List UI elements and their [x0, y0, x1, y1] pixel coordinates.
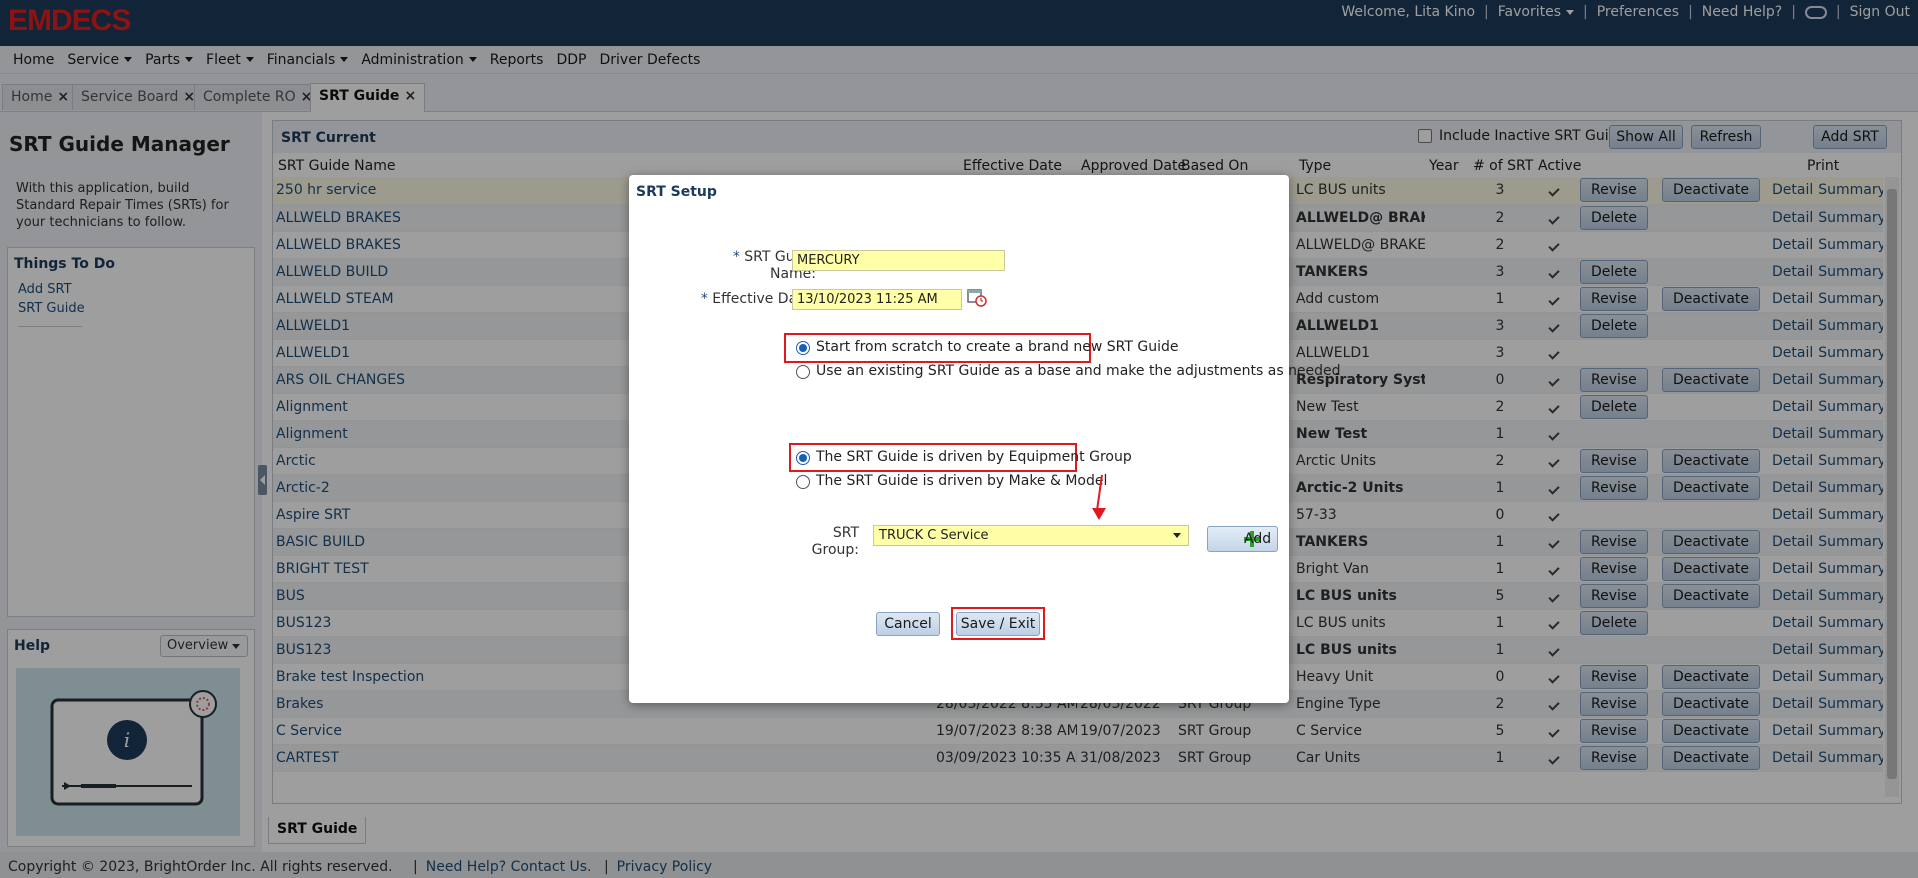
save-exit-button[interactable]: Save / Exit: [956, 612, 1040, 636]
guide-name-input[interactable]: MERCURY: [792, 250, 1005, 271]
calendar-clock-icon[interactable]: [967, 287, 987, 307]
effective-date-input[interactable]: 13/10/2023 11:25 AM: [792, 289, 962, 310]
add-group-button[interactable]: Add: [1207, 526, 1278, 552]
driven-by-group-radio[interactable]: [796, 451, 810, 465]
use-existing-radio[interactable]: [796, 365, 810, 379]
start-from-scratch-radio[interactable]: [796, 341, 810, 355]
driven-by-make-model-radio[interactable]: [796, 475, 810, 489]
srt-group-select[interactable]: TRUCK C Service: [873, 525, 1189, 546]
chevron-down-icon: [1173, 533, 1181, 538]
driven-by-group-label: The SRT Guide is driven by Equipment Gro…: [816, 449, 1132, 465]
driven-by-make-model-label: The SRT Guide is driven by Make & Model: [816, 473, 1108, 489]
cancel-button[interactable]: Cancel: [876, 612, 940, 636]
dialog-title: SRT Setup: [636, 184, 717, 200]
srt-setup-dialog: SRT Setup * SRT Guide Name: MERCURY * Ef…: [629, 175, 1341, 703]
srt-group-label: SRT Group:: [811, 525, 859, 558]
start-from-scratch-label: Start from scratch to create a brand new…: [816, 339, 1179, 355]
annotation-arrow-head: [1092, 508, 1106, 520]
use-existing-label: Use an existing SRT Guide as a base and …: [816, 363, 1341, 379]
